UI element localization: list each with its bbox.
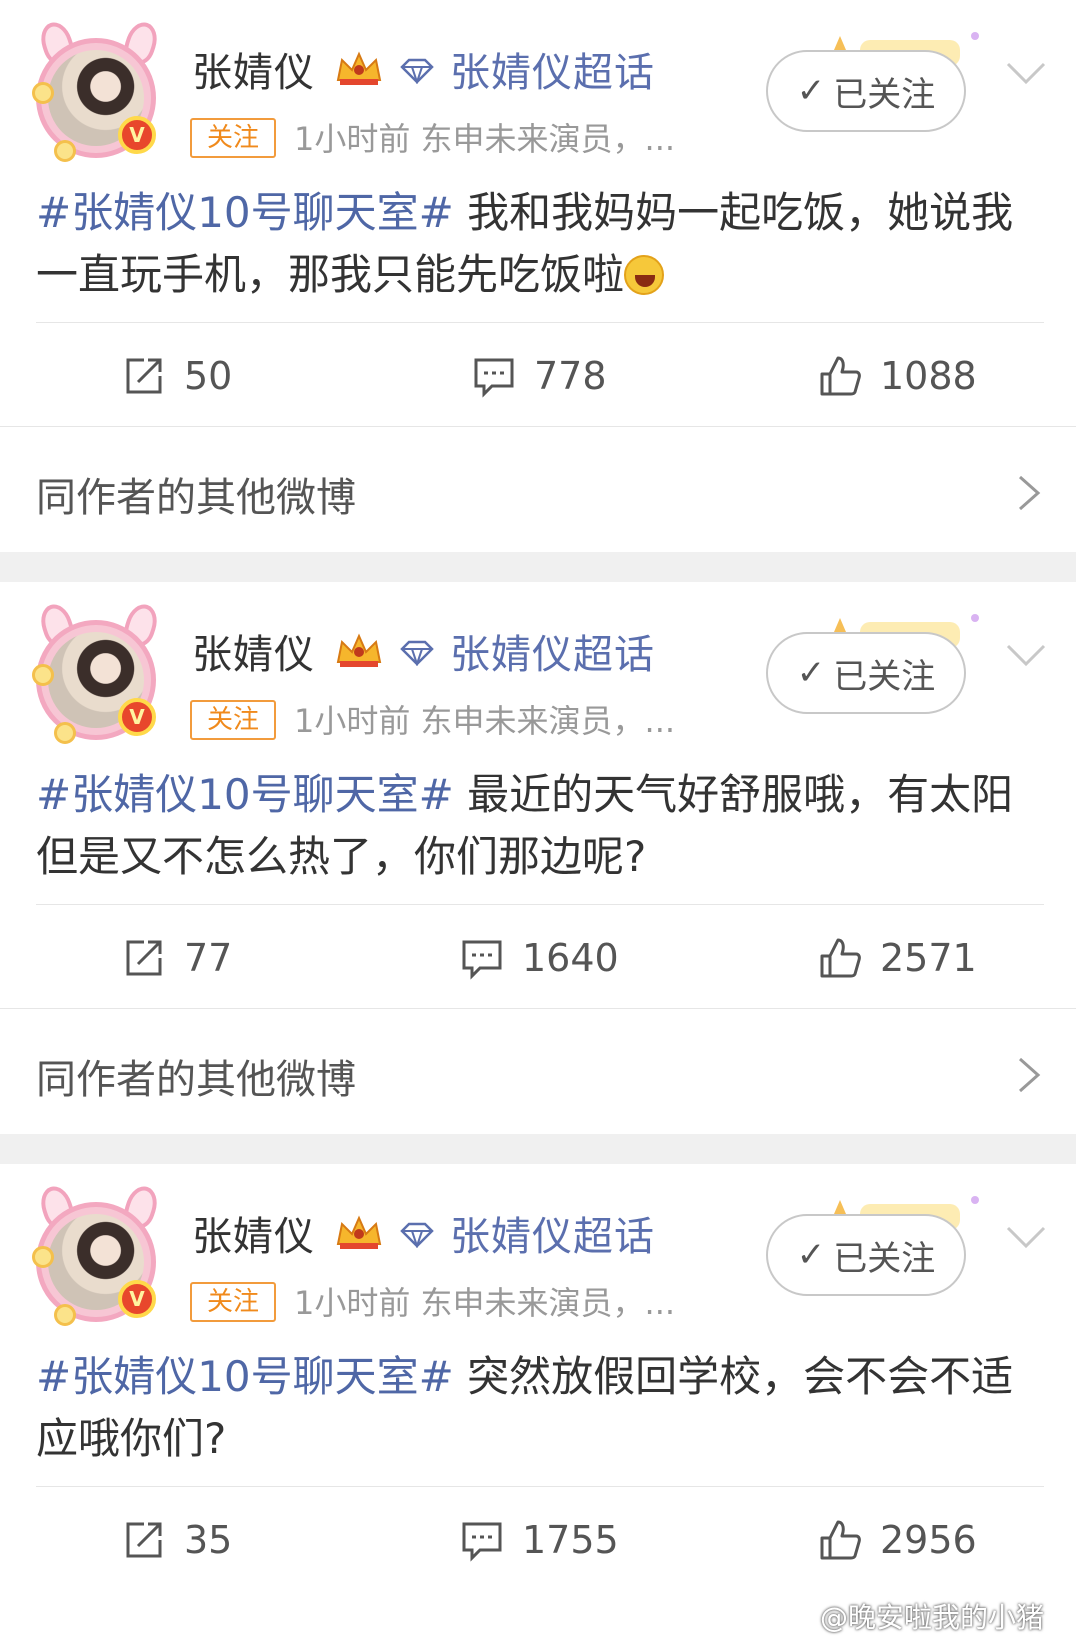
watermark: @晚安啦我的小猪 — [820, 1601, 1045, 1634]
repost-icon — [126, 1522, 162, 1558]
comment-count: 1640 — [522, 936, 619, 980]
following-button[interactable]: ✓ 已关注 — [766, 50, 966, 132]
chevron-down-icon[interactable] — [1004, 58, 1048, 88]
comment-icon — [462, 940, 502, 980]
repost-icon — [126, 940, 162, 976]
supertopic-link[interactable]: 张婧仪超话 — [450, 1204, 655, 1262]
like-button[interactable]: 1088 — [818, 326, 977, 426]
verified-badge-icon: V — [118, 116, 156, 154]
diamond-icon — [400, 58, 434, 84]
following-button-label: 已关注 — [833, 656, 936, 697]
repost-button[interactable]: 77 — [122, 908, 232, 1008]
supertopic-link[interactable]: 张婧仪超话 — [450, 40, 655, 98]
chevron-down-icon[interactable] — [1004, 1222, 1048, 1252]
following-button[interactable]: ✓ 已关注 — [766, 1214, 966, 1296]
check-icon: ✓ — [796, 653, 826, 693]
chevron-right-icon — [1019, 1057, 1041, 1093]
repost-count: 77 — [184, 936, 233, 980]
repost-icon — [126, 358, 162, 394]
like-icon — [820, 1520, 861, 1560]
post-content: #张婧仪10号聊天室# 最近的天气好舒服哦，有太阳但是又不怎么热了，你们那边呢? — [36, 764, 1036, 888]
follow-tag: 关注 — [190, 1282, 276, 1322]
diamond-icon — [400, 640, 434, 666]
post-meta: 1小时前 东申未来演员，... — [294, 702, 676, 740]
flower-decoration — [32, 82, 54, 104]
check-icon: ✓ — [796, 1235, 826, 1275]
crown-icon — [336, 51, 382, 85]
more-from-author-label: 同作者的其他微博 — [36, 1057, 356, 1103]
following-button-label: 已关注 — [833, 74, 936, 115]
weibo-post: V 张婧仪 张婧仪超话 关注 1小时前 东申未来演员，... ✓ 已关注 #张婧… — [0, 0, 1076, 552]
following-button[interactable]: ✓ 已关注 — [766, 632, 966, 714]
like-count: 1088 — [880, 354, 977, 398]
diamond-icon — [400, 1222, 434, 1248]
verified-badge-icon: V — [118, 1280, 156, 1318]
crown-icon — [336, 1215, 382, 1249]
action-bar: 35 1755 2956 — [0, 1490, 1076, 1590]
flower-decoration — [54, 1304, 76, 1326]
post-meta: 1小时前 东申未来演员，... — [294, 120, 676, 158]
comment-button[interactable]: 1755 — [460, 1490, 619, 1590]
repost-button[interactable]: 35 — [122, 1490, 232, 1590]
hashtag-link[interactable]: #张婧仪10号聊天室# — [36, 1352, 454, 1401]
repost-count: 35 — [184, 1518, 233, 1562]
section-divider — [0, 1134, 1076, 1164]
section-divider — [0, 552, 1076, 582]
more-from-author-row[interactable]: 同作者的其他微博 — [0, 426, 1076, 554]
more-from-author-row[interactable]: 同作者的其他微博 — [0, 1008, 1076, 1136]
comment-icon — [474, 358, 514, 398]
avatar[interactable]: V — [30, 1182, 166, 1326]
weibo-post: V 张婧仪 张婧仪超话 关注 1小时前 东申未来演员，... ✓ 已关注 #张婧… — [0, 582, 1076, 1134]
laughing-emoji-icon — [624, 255, 665, 295]
author-name[interactable]: 张婧仪 — [192, 40, 315, 98]
author-name[interactable]: 张婧仪 — [192, 622, 315, 680]
supertopic-link[interactable]: 张婧仪超话 — [450, 622, 655, 680]
flower-decoration — [54, 722, 76, 744]
divider — [36, 322, 1044, 323]
hashtag-link[interactable]: #张婧仪10号聊天室# — [36, 188, 454, 237]
like-icon — [820, 938, 861, 978]
repost-count: 50 — [184, 354, 233, 398]
like-count: 2956 — [880, 1518, 977, 1562]
flower-decoration — [32, 664, 54, 686]
comment-button[interactable]: 778 — [472, 326, 607, 426]
author-name[interactable]: 张婧仪 — [192, 1204, 315, 1262]
check-icon: ✓ — [796, 71, 826, 111]
follow-tag: 关注 — [190, 700, 276, 740]
repost-button[interactable]: 50 — [122, 326, 232, 426]
chevron-down-icon[interactable] — [1004, 640, 1048, 670]
action-bar: 50 778 1088 — [0, 326, 1076, 426]
follow-tag: 关注 — [190, 118, 276, 158]
avatar[interactable]: V — [30, 600, 166, 744]
comment-button[interactable]: 1640 — [460, 908, 619, 1008]
more-from-author-label: 同作者的其他微博 — [36, 475, 356, 521]
action-bar: 77 1640 2571 — [0, 908, 1076, 1008]
hashtag-link[interactable]: #张婧仪10号聊天室# — [36, 770, 454, 819]
flower-decoration — [32, 1246, 54, 1268]
chevron-right-icon — [1019, 475, 1041, 511]
divider — [36, 1486, 1044, 1487]
avatar[interactable]: V — [30, 18, 166, 162]
post-content: #张婧仪10号聊天室# 我和我妈妈一起吃饭，她说我一直玩手机，那我只能先吃饭啦 — [36, 182, 1036, 306]
post-meta: 1小时前 东申未来演员，... — [294, 1284, 676, 1322]
comment-count: 778 — [534, 354, 607, 398]
post-content: #张婧仪10号聊天室# 突然放假回学校，会不会不适应哦你们? — [36, 1346, 1036, 1470]
verified-badge-icon: V — [118, 698, 156, 736]
like-count: 2571 — [880, 936, 977, 980]
like-button[interactable]: 2956 — [818, 1490, 977, 1590]
crown-icon — [336, 633, 382, 667]
comment-count: 1755 — [522, 1518, 619, 1562]
like-icon — [820, 356, 861, 396]
like-button[interactable]: 2571 — [818, 908, 977, 1008]
following-button-label: 已关注 — [833, 1238, 936, 1279]
comment-icon — [462, 1522, 502, 1562]
divider — [36, 904, 1044, 905]
flower-decoration — [54, 140, 76, 162]
weibo-post: V 张婧仪 张婧仪超话 关注 1小时前 东申未来演员，... ✓ 已关注 #张婧… — [0, 1164, 1076, 1641]
